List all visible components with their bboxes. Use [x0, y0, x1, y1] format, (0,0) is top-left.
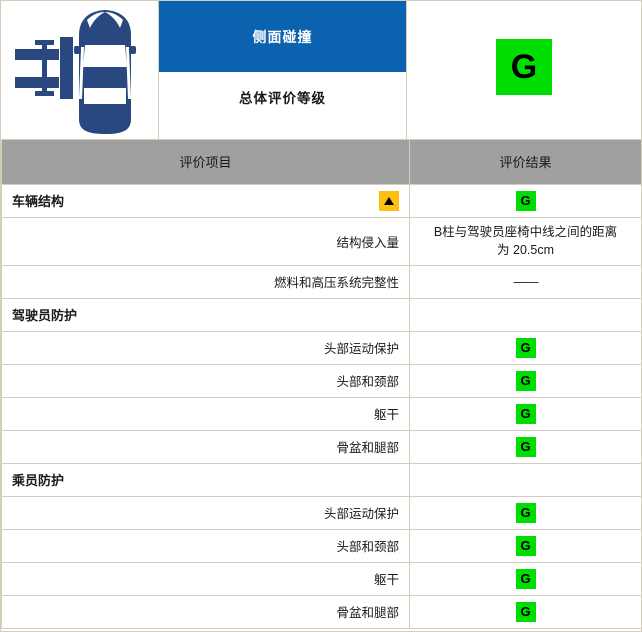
item-label-cell: 头部和颈部	[1, 363, 410, 398]
result-cell: G	[409, 183, 642, 218]
item-label-cell: 燃料和高压系统完整性	[1, 264, 410, 299]
grade-badge: G	[515, 601, 536, 622]
item-label-cell: 骨盆和腿部	[1, 594, 410, 629]
table-row: 骨盆和腿部 G	[1, 594, 642, 629]
item-label-cell: 躯干	[1, 396, 410, 431]
section-header-cell: 乘员防护	[1, 462, 410, 497]
item-label-cell: 结构侵入量	[1, 216, 410, 266]
result-cell	[409, 462, 642, 497]
table-row: 乘员防护	[1, 462, 642, 497]
overall-grade-badge: G	[496, 39, 552, 95]
item-label-cell: 头部和颈部	[1, 528, 410, 563]
table-header-row: 评价项目 评价结果	[1, 140, 642, 185]
item-label: 骨盆和腿部	[336, 441, 399, 455]
table-row: 头部和颈部 G	[1, 363, 642, 398]
section-header-cell: 车辆结构	[1, 183, 410, 218]
barrier-trolley-icon	[15, 37, 73, 99]
item-label: 躯干	[373, 408, 399, 422]
item-label-cell: 头部运动保护	[1, 330, 410, 365]
item-label-cell: 头部运动保护	[1, 495, 410, 530]
item-label: 骨盆和腿部	[336, 606, 399, 620]
table-row: 头部和颈部 G	[1, 528, 642, 563]
section-label: 乘员防护	[12, 473, 65, 488]
grade-badge: G	[515, 502, 536, 523]
result-not-applicable: ——	[513, 274, 539, 289]
banner: 侧面碰撞 总体评价等级 G	[1, 1, 641, 140]
overall-grade-cell: G	[407, 1, 641, 139]
result-cell: G	[409, 330, 642, 365]
item-label-cell: 躯干	[1, 561, 410, 596]
column-header-result: 评价结果	[409, 140, 642, 185]
grade-badge: G	[515, 190, 536, 211]
item-label: 头部和颈部	[336, 375, 399, 389]
rating-table: 评价项目 评价结果 车辆结构 G 结构侵入量 B柱与驾驶员座椅中线之间的距离为 20.…	[1, 140, 642, 629]
result-cell: G	[409, 396, 642, 431]
table-row: 头部运动保护 G	[1, 495, 642, 530]
test-title: 侧面碰撞	[159, 1, 406, 72]
table-row: 骨盆和腿部 G	[1, 429, 642, 464]
banner-center: 侧面碰撞 总体评价等级	[159, 1, 407, 139]
result-cell	[409, 297, 642, 332]
result-cell: G	[409, 429, 642, 464]
item-label-cell: 骨盆和腿部	[1, 429, 410, 464]
side-impact-barrier-car-icon	[15, 10, 136, 134]
grade-badge: G	[515, 370, 536, 391]
grade-badge: G	[515, 568, 536, 589]
section-label: 车辆结构	[12, 194, 65, 209]
table-row: 躯干 G	[1, 561, 642, 596]
section-header-cell: 驾驶员防护	[1, 297, 410, 332]
result-text: B柱与驾驶员座椅中线之间的距离为 20.5cm	[433, 224, 618, 257]
result-cell: G	[409, 363, 642, 398]
item-label: 结构侵入量	[336, 235, 399, 250]
table-row: 驾驶员防护	[1, 297, 642, 332]
crash-test-illustration	[1, 1, 159, 139]
table-row: 头部运动保护 G	[1, 330, 642, 365]
result-cell: G	[409, 561, 642, 596]
grade-badge: G	[515, 403, 536, 424]
item-label: 头部运动保护	[323, 342, 399, 356]
section-row-inner: 车辆结构	[12, 190, 399, 211]
item-label: 头部和颈部	[336, 540, 399, 554]
table-row: 躯干 G	[1, 396, 642, 431]
item-label: 躯干	[373, 573, 399, 587]
table-row: 车辆结构 G	[1, 183, 642, 218]
grade-badge: G	[515, 436, 536, 457]
side-impact-rating-sheet: 侧面碰撞 总体评价等级 G 评价项目 评价结果 车辆结构 G 结构侵入量 B柱与驾驶员…	[0, 0, 642, 632]
table-row: 结构侵入量 B柱与驾驶员座椅中线之间的距离为 20.5cm	[1, 216, 642, 266]
warning-triangle-icon[interactable]	[379, 190, 399, 211]
result-cell: G	[409, 528, 642, 563]
column-header-item: 评价项目	[1, 140, 410, 185]
result-cell: ——	[409, 264, 642, 299]
grade-badge: G	[515, 337, 536, 358]
grade-badge: G	[515, 535, 536, 556]
result-cell: B柱与驾驶员座椅中线之间的距离为 20.5cm	[409, 216, 642, 266]
table-body: 车辆结构 G 结构侵入量 B柱与驾驶员座椅中线之间的距离为 20.5cm 燃料和高压系统…	[1, 183, 642, 629]
table-row: 燃料和高压系统完整性 ——	[1, 264, 642, 299]
section-label: 驾驶员防护	[12, 308, 78, 323]
item-label: 燃料和高压系统完整性	[273, 276, 399, 290]
car-top-view-icon	[74, 10, 136, 134]
result-cell: G	[409, 495, 642, 530]
overall-rating-label: 总体评价等级	[159, 72, 406, 139]
result-cell: G	[409, 594, 642, 629]
item-label: 头部运动保护	[323, 507, 399, 521]
table-head: 评价项目 评价结果	[1, 140, 642, 185]
